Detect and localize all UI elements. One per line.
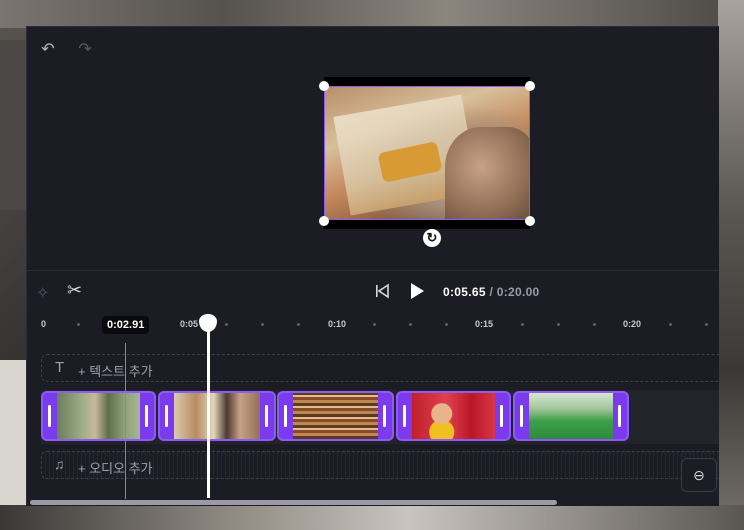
redo-icon[interactable]: ↷ <box>76 41 94 59</box>
video-clip-4[interactable] <box>396 391 511 441</box>
clip-trim-handle-right[interactable] <box>260 393 274 439</box>
video-clip-1[interactable] <box>41 391 156 441</box>
ruler-dot <box>669 323 672 326</box>
hover-line <box>125 343 126 499</box>
clip-trim-handle-left[interactable] <box>43 393 57 439</box>
add-text-track[interactable]: T + 텍스트 추가 <box>41 354 719 382</box>
undo-icon[interactable]: ↶ <box>39 41 57 59</box>
preview-image[interactable] <box>324 86 530 220</box>
resize-handle-top-right[interactable] <box>525 81 535 91</box>
ruler-dot <box>261 323 264 326</box>
video-clip-5[interactable] <box>513 391 629 441</box>
video-editor: ↶ ↷ ↻ ✧ ✂ 0:05.65 / 0:20.00 0 0:05 0:10 … <box>26 26 719 506</box>
clip-thumbnail <box>412 393 497 439</box>
ruler-label: 0:20 <box>623 319 642 329</box>
add-text-label: + 텍스트 추가 <box>78 364 153 379</box>
scissors-icon[interactable]: ✂ <box>67 280 82 301</box>
ruler-dot <box>297 323 300 326</box>
ruler-dot <box>705 323 708 326</box>
ruler-dot <box>77 323 80 326</box>
playback-toolbar: ✧ ✂ 0:05.65 / 0:20.00 <box>27 270 719 315</box>
ruler-dot <box>373 323 376 326</box>
clip-trim-handle-left[interactable] <box>279 393 293 439</box>
play-icon[interactable] <box>411 283 424 299</box>
ruler-label: 0 <box>41 319 47 329</box>
total-time: / 0:20.00 <box>489 285 540 299</box>
clip-trim-handle-right[interactable] <box>140 393 154 439</box>
clip-trim-handle-right[interactable] <box>495 393 509 439</box>
sparkle-icon[interactable]: ✧ <box>36 283 49 303</box>
timeline-ruler[interactable]: 0 0:05 0:10 0:15 0:20 0:02.91 <box>27 314 719 336</box>
timeline-scrollbar[interactable] <box>30 500 557 505</box>
resize-handle-bottom-right[interactable] <box>525 216 535 226</box>
hover-time-badge: 0:02.91 <box>102 316 150 334</box>
add-audio-track[interactable]: ♫ + 오디오 추가 <box>41 451 719 479</box>
clip-thumbnail <box>293 393 380 439</box>
skip-back-icon[interactable] <box>375 283 389 299</box>
ruler-label: 0:05 <box>180 319 199 329</box>
ruler-dot <box>225 323 228 326</box>
video-clip-3[interactable] <box>277 391 394 441</box>
clip-trim-handle-right[interactable] <box>378 393 392 439</box>
text-icon: T <box>55 359 65 376</box>
video-track <box>41 390 719 444</box>
ruler-dot <box>445 323 448 326</box>
ruler-label: 0:15 <box>475 319 494 329</box>
time-display: 0:05.65 / 0:20.00 <box>443 285 540 299</box>
ruler-dot <box>557 323 560 326</box>
clip-thumbnail <box>174 393 262 439</box>
clip-trim-handle-left[interactable] <box>160 393 174 439</box>
playhead[interactable] <box>207 314 210 498</box>
ruler-dot <box>521 323 524 326</box>
video-clip-2[interactable] <box>158 391 276 441</box>
rotate-icon[interactable]: ↻ <box>423 229 441 247</box>
clip-trim-handle-left[interactable] <box>515 393 529 439</box>
zoom-out-icon[interactable]: ⊖ <box>681 458 717 492</box>
current-time: 0:05.65 <box>443 285 486 299</box>
add-audio-label: + 오디오 추가 <box>78 461 153 476</box>
clip-thumbnail <box>57 393 142 439</box>
resize-handle-bottom-left[interactable] <box>319 216 329 226</box>
resize-handle-top-left[interactable] <box>319 81 329 91</box>
ruler-dot <box>409 323 412 326</box>
ruler-label: 0:10 <box>328 319 347 329</box>
music-icon: ♫ <box>54 456 65 472</box>
clip-thumbnail <box>529 393 615 439</box>
clip-trim-handle-right[interactable] <box>613 393 627 439</box>
ruler-dot <box>593 323 596 326</box>
clip-trim-handle-left[interactable] <box>398 393 412 439</box>
